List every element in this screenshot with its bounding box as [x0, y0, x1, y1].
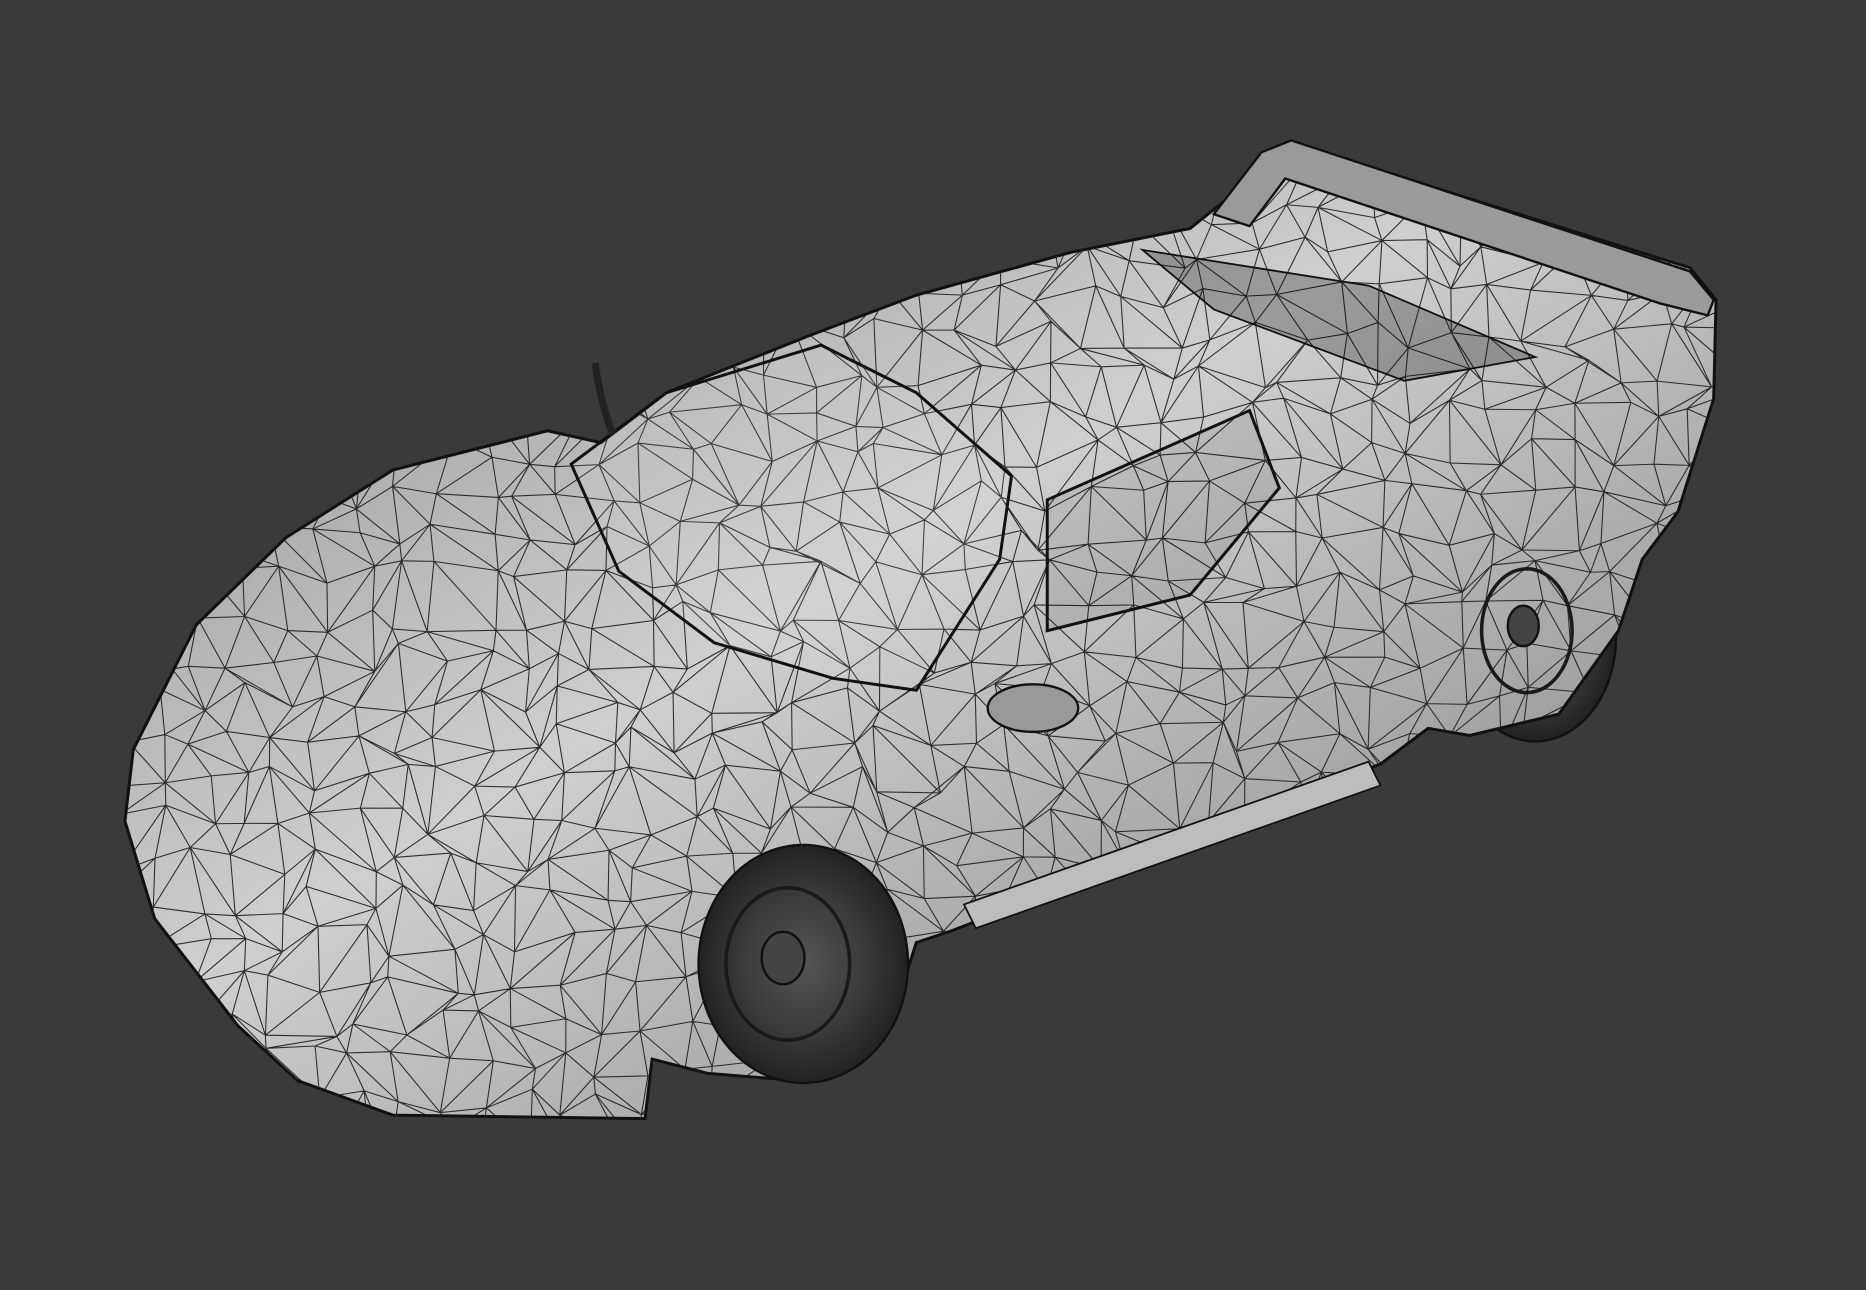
front-wheel — [697, 843, 910, 1085]
3d-viewport[interactable] — [0, 0, 1866, 1290]
side-mirror — [986, 683, 1080, 734]
